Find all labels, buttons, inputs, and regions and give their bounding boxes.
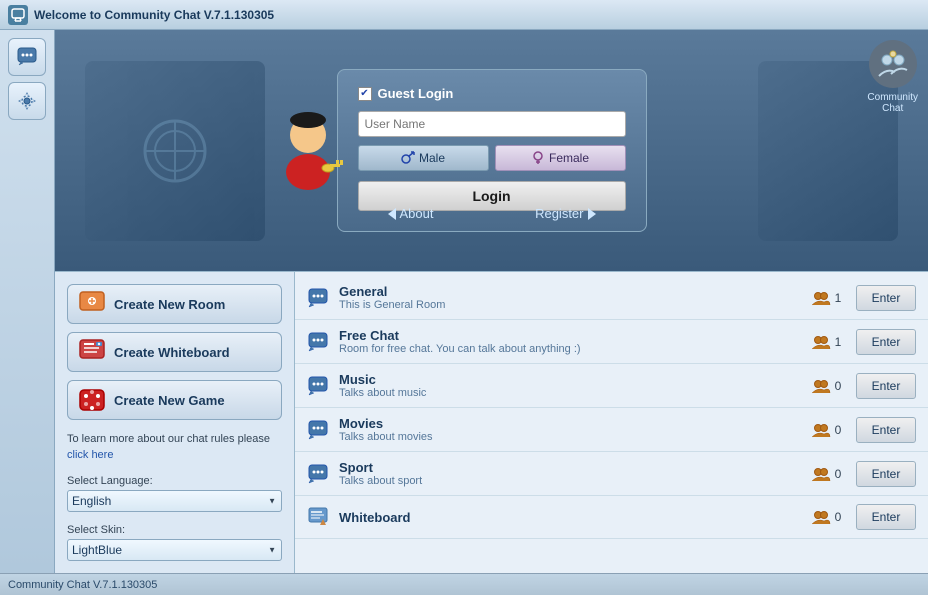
language-select-wrapper: English Deutsch Español Français ▼: [67, 490, 282, 512]
sidebar: [0, 30, 55, 573]
create-room-button[interactable]: Create New Room: [67, 284, 282, 324]
enter-room-button[interactable]: Enter: [856, 461, 916, 487]
room-name: Music: [339, 372, 796, 387]
room-name: Sport: [339, 460, 796, 475]
skin-select-group: Select Skin: LightBlue Dark Classic ▼: [67, 524, 282, 561]
room-desc: Talks about sport: [339, 475, 796, 487]
create-game-icon: [78, 386, 106, 414]
status-bar: Community Chat V.7.1.130305: [0, 573, 928, 595]
avatar-container: [268, 100, 348, 190]
skin-select-wrapper: LightBlue Dark Classic ▼: [67, 539, 282, 561]
login-box: ✔ Guest Login: [337, 69, 647, 232]
guest-checkbox[interactable]: ✔: [358, 87, 372, 101]
room-desc: Talks about movies: [339, 431, 796, 443]
create-game-button[interactable]: Create New Game: [67, 380, 282, 420]
language-select[interactable]: English Deutsch Español Français: [67, 490, 282, 512]
room-info: Movies Talks about movies: [339, 416, 796, 443]
room-row: Music Talks about music 0 Enter: [295, 364, 928, 408]
room-name: Free Chat: [339, 328, 796, 343]
username-input[interactable]: [358, 111, 626, 137]
room-name: General: [339, 284, 796, 299]
room-row: Movies Talks about movies 0 Enter: [295, 408, 928, 452]
banner-nav-row: About Register: [338, 206, 646, 221]
skin-label: Select Skin:: [67, 524, 282, 536]
enter-room-button[interactable]: Enter: [856, 373, 916, 399]
room-info: Free Chat Room for free chat. You can ta…: [339, 328, 796, 355]
status-text: Community Chat V.7.1.130305: [8, 579, 157, 591]
community-badge-text: CommunityChat: [867, 92, 918, 114]
top-banner: CommunityChat ✔ Guest Login: [55, 30, 928, 271]
enter-room-button[interactable]: Enter: [856, 285, 916, 311]
about-arrow-icon: [388, 208, 396, 220]
guest-login-row: ✔ Guest Login: [358, 86, 626, 101]
skin-select[interactable]: LightBlue Dark Classic: [67, 539, 282, 561]
room-info: Sport Talks about sport: [339, 460, 796, 487]
sidebar-chat-button[interactable]: [8, 38, 46, 76]
room-type-icon: [307, 419, 329, 441]
room-desc: Talks about music: [339, 387, 796, 399]
male-button[interactable]: Male: [358, 145, 489, 171]
rules-text: To learn more about our chat rules pleas…: [67, 432, 282, 463]
room-row: Free Chat Room for free chat. You can ta…: [295, 320, 928, 364]
content-area: CommunityChat ✔ Guest Login: [55, 30, 928, 573]
rules-link[interactable]: click here: [67, 449, 113, 461]
room-type-icon: [307, 331, 329, 353]
create-whiteboard-icon: [78, 338, 106, 366]
room-list: General This is General Room 1 Enter Fre…: [295, 272, 928, 573]
room-user-count: 0: [806, 422, 846, 438]
room-type-icon: [307, 375, 329, 397]
app-icon: [8, 5, 28, 25]
room-row: General This is General Room 1 Enter: [295, 276, 928, 320]
create-whiteboard-button[interactable]: Create Whiteboard: [67, 332, 282, 372]
avatar: [268, 100, 348, 190]
room-user-count: 0: [806, 466, 846, 482]
room-name: Whiteboard: [339, 510, 796, 525]
left-panel: Create New Room Cr: [55, 272, 295, 573]
enter-room-button[interactable]: Enter: [856, 504, 916, 530]
room-type-icon: [307, 287, 329, 309]
banner-left-panel: [85, 61, 265, 241]
room-row: Sport Talks about sport 0 Enter: [295, 452, 928, 496]
room-info: Music Talks about music: [339, 372, 796, 399]
room-desc: This is General Room: [339, 299, 796, 311]
room-user-count: 0: [806, 378, 846, 394]
room-user-count: 0: [806, 509, 846, 525]
community-badge: CommunityChat: [867, 40, 918, 114]
room-info: Whiteboard: [339, 510, 796, 525]
language-label: Select Language:: [67, 475, 282, 487]
room-desc: Room for free chat. You can talk about a…: [339, 343, 796, 355]
enter-room-button[interactable]: Enter: [856, 329, 916, 355]
room-user-count: 1: [806, 290, 846, 306]
register-link[interactable]: Register: [535, 206, 595, 221]
gender-row: Male Female: [358, 145, 626, 171]
room-type-icon: [307, 506, 329, 528]
window-title: Welcome to Community Chat V.7.1.130305: [34, 8, 274, 22]
room-row: Whiteboard 0 Enter: [295, 496, 928, 539]
female-button[interactable]: Female: [495, 145, 626, 171]
login-form: Male Female Login: [358, 111, 626, 211]
room-user-count: 1: [806, 334, 846, 350]
about-link[interactable]: About: [388, 206, 434, 221]
guest-login-label: Guest Login: [378, 86, 454, 101]
enter-room-button[interactable]: Enter: [856, 417, 916, 443]
room-type-icon: [307, 463, 329, 485]
bottom-section: Create New Room Cr: [55, 271, 928, 573]
community-badge-icon: [869, 40, 917, 88]
sidebar-settings-button[interactable]: [8, 82, 46, 120]
language-select-group: Select Language: English Deutsch Español…: [67, 475, 282, 512]
title-bar: Welcome to Community Chat V.7.1.130305: [0, 0, 928, 30]
register-arrow-icon: [588, 208, 596, 220]
create-room-icon: [78, 290, 106, 318]
room-name: Movies: [339, 416, 796, 431]
room-info: General This is General Room: [339, 284, 796, 311]
